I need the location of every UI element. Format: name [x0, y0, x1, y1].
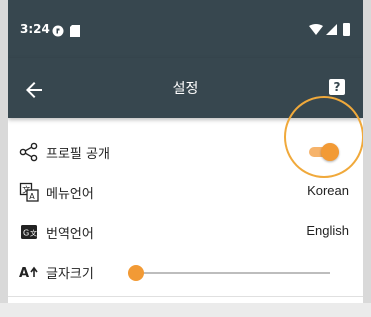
font-size-label: 글자크기 — [46, 267, 94, 282]
svg-text:A: A — [29, 192, 35, 201]
divider — [8, 296, 363, 297]
status-time: 3:24 — [20, 22, 50, 36]
svg-text:文: 文 — [30, 229, 37, 238]
setting-row-profile[interactable]: 프로필 공개 — [8, 134, 363, 174]
wifi-icon — [309, 24, 323, 35]
svg-text:G: G — [23, 229, 29, 238]
page-title: 설정 — [172, 81, 199, 97]
menu-language-value: Korean — [307, 183, 349, 198]
translate-box-icon: G 文 — [19, 222, 39, 242]
profile-visibility-toggle[interactable] — [309, 143, 339, 161]
slider-track — [128, 272, 330, 274]
help-button[interactable]: ? — [329, 79, 345, 95]
circle-notification-icon — [52, 22, 64, 41]
status-right-icons — [309, 22, 353, 36]
slider-thumb[interactable] — [128, 265, 144, 281]
menu-language-label: 메뉴언어 — [46, 187, 94, 202]
font-size-icon: A — [19, 262, 39, 282]
bottom-strip — [0, 303, 371, 317]
phone-screen: 3:24 설정 ? 프로필 공개 文 A 메뉴언어 Korean G 文 번역언… — [8, 0, 363, 317]
profile-visibility-label: 프로필 공개 — [46, 147, 110, 162]
font-size-slider[interactable] — [128, 265, 330, 281]
sd-card-icon — [70, 22, 80, 41]
battery-icon — [343, 22, 350, 36]
setting-row-font-size: A 글자크기 — [8, 254, 363, 294]
share-icon — [19, 142, 39, 162]
setting-row-menu-language[interactable]: 文 A 메뉴언어 Korean — [8, 174, 363, 214]
toggle-thumb — [321, 143, 339, 161]
signal-icon — [326, 24, 337, 35]
translation-language-label: 번역언어 — [46, 227, 94, 242]
setting-row-translation-language[interactable]: G 文 번역언어 English — [8, 214, 363, 254]
translate-icon: 文 A — [19, 182, 39, 202]
app-bar: 설정 ? — [8, 58, 363, 118]
svg-text:A: A — [19, 266, 29, 281]
status-bar: 3:24 — [8, 0, 363, 58]
translation-language-value: English — [306, 223, 349, 238]
